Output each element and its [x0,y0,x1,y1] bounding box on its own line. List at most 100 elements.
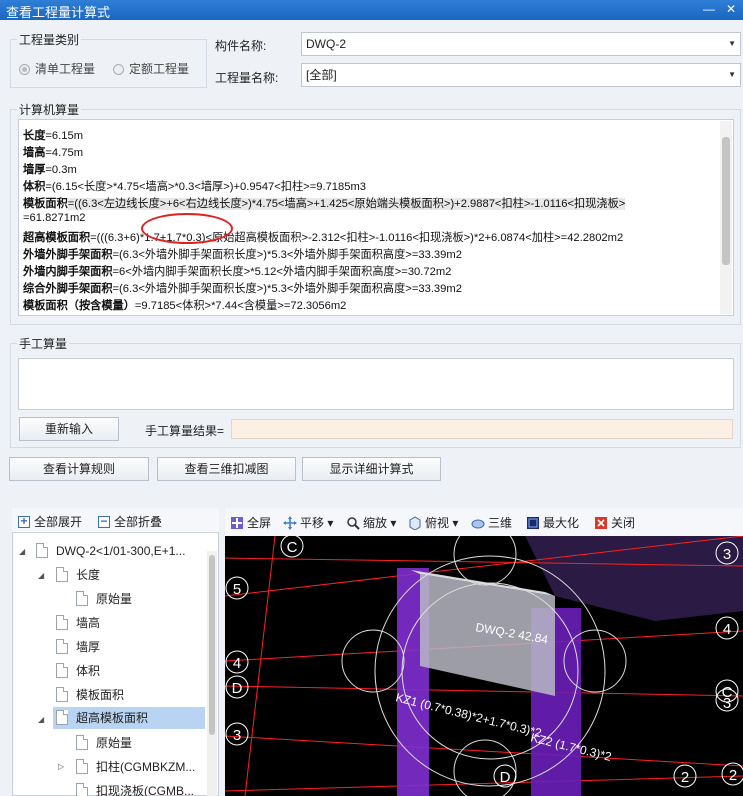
chevron-down-icon: ▼ [728,70,736,79]
tree-node-volume[interactable]: 体积 [56,660,100,682]
document-icon [76,759,88,774]
window-title: 查看工程量计算式 [6,5,111,20]
calc-line: =61.8271m2 [23,212,86,224]
calc-line: 模板面积=((6.3<左边线长度>+6<右边线长度>)*4.75<墙高>+1.4… [23,198,626,210]
minus-icon: − [98,514,110,528]
expand-all-button[interactable]: + 全部展开 [18,513,82,530]
axis-label: C [287,539,298,556]
three-d-button[interactable]: 三维 [471,514,512,531]
document-icon [76,783,88,796]
calc-line: 外墙内脚手架面积=6<外墙内脚手架面积长度>*5.12<外墙内脚手架面积高度>=… [23,266,452,278]
component-select[interactable]: DWQ-2 ▼ [301,32,741,56]
close-button[interactable]: ✕ [722,1,740,18]
calc-line: 综合外脚手架面积=(6.3<外墙外脚手架面积长度>)*5.3<外墙外脚手架面积高… [23,283,462,295]
3d-scene: C 5 4 D 3 D 3 4 C 3 2 2 DWQ-2 42.84 KZ1 … [225,536,743,796]
calc-line: 外墙外脚手架面积=(6.3<外墙外脚手架面积长度>)*5.3<外墙外脚手架面积高… [23,249,462,261]
tree-node-wall-thickness[interactable]: 墙厚 [56,636,100,658]
axis-label: D [232,680,243,697]
radio-quota-qty[interactable]: 定额工程量 [113,60,189,77]
collapse-all-label: 全部折叠 [114,515,163,529]
tree-node-high-formwork-area[interactable]: 超高模板面积 [53,707,205,729]
document-icon [56,639,68,654]
reinput-button[interactable]: 重新输入 [19,417,119,441]
axis-label: 5 [233,581,241,598]
document-icon [56,710,68,725]
component-label: 构件名称: [215,39,267,53]
axis-label: 2 [729,767,737,784]
radio-label: 清单工程量 [35,62,96,76]
qty-name-label: 工程量名称: [215,71,279,85]
component-value: DWQ-2 [306,37,346,51]
manual-group-label: 手工算量 [17,335,70,352]
show-detail-button[interactable]: 显示详细计算式 [302,457,441,481]
zoom-icon [347,517,360,530]
cube-icon [409,516,421,530]
document-icon [56,663,68,678]
document-icon [36,543,48,558]
axis-label: 4 [233,655,241,672]
axis-label: 3 [233,727,241,744]
zoom-button[interactable]: 缩放 ▾ [346,514,396,531]
document-icon [76,735,88,750]
tree-node-formwork-area[interactable]: 模板面积 [56,684,124,706]
document-icon [56,567,68,582]
tree-view[interactable]: ◢ DWQ-2<1/01-300,E+1... ◢ 长度 原始量 墙高 墙厚 体… [13,536,207,796]
pan-button[interactable]: 平移 ▾ [283,514,333,531]
manual-result-label: 手工算量结果= [145,424,225,438]
calc-text-area[interactable]: 长度=6.15m 墙高=4.75m 墙厚=0.3m 体积=(6.15<长度>*4… [18,119,734,316]
calc-line: 体积=(6.15<长度>*4.75<墙高>*0.3<墙厚>)+0.9547<扣柱… [23,181,366,193]
qty-name-select[interactable]: [全部] ▼ [301,63,741,87]
calc-line: 墙高=4.75m [23,147,84,159]
collapse-arrow-icon[interactable]: ◢ [38,571,44,580]
close-icon [595,517,607,529]
radio-icon [113,64,124,75]
calc-line: 模板面积（按含模量）=9.7185<体积>*7.44<含模量>=72.3056m… [23,300,347,312]
maximize-button[interactable]: 最大化 [526,514,579,531]
axis-label: 3 [723,546,731,563]
tree-node-deduct-column[interactable]: 扣柱(CGMBKZM... [76,756,195,778]
calc-line: 超高模板面积=(((6.3+6)*1.7+1.7*0.3)<原始超高模板面积>-… [23,232,624,244]
manual-result-field[interactable] [231,419,733,439]
maximize-icon [527,517,539,529]
calc-group-label: 计算机算量 [17,101,82,118]
calc-line: 墙厚=0.3m [23,164,77,176]
minimize-button[interactable]: — [700,1,718,18]
tree-node-root[interactable]: DWQ-2<1/01-300,E+1... [36,540,185,562]
calc-line: 长度=6.15m [23,130,84,142]
radio-list-qty[interactable]: 清单工程量 [19,60,95,77]
chevron-down-icon: ▼ [728,39,736,48]
pan-icon [283,516,297,530]
tree-node-wall-height[interactable]: 墙高 [56,612,100,634]
fullscreen-button[interactable]: 全屏 [230,514,271,531]
document-icon [56,687,68,702]
top-view-button[interactable]: 俯视 ▾ [408,514,458,531]
tree-node-length[interactable]: 长度 [56,564,100,586]
highlight-circle [141,213,233,244]
scroll-thumb[interactable] [722,137,730,265]
collapse-arrow-icon[interactable]: ◢ [19,547,25,556]
scroll-thumb[interactable] [209,555,215,735]
close-view-button[interactable]: 关闭 [594,514,635,531]
axis-label: D [500,769,511,786]
qty-type-group-label: 工程量类别 [17,31,82,48]
tree-node-deduct-slab[interactable]: 扣现浇板(CGMB... [76,780,194,796]
tree-node-original-2[interactable]: 原始量 [76,732,132,754]
tree-node-original[interactable]: 原始量 [76,588,132,610]
view-3d-deduct-button[interactable]: 查看三维扣减图 [157,457,296,481]
collapse-all-button[interactable]: − 全部折叠 [98,513,162,530]
radio-icon [19,64,30,75]
fullscreen-icon [231,517,243,529]
plus-icon: + [18,514,30,528]
manual-input[interactable] [18,358,734,410]
collapse-arrow-icon[interactable]: ◢ [38,715,44,724]
3d-view[interactable]: C 5 4 D 3 D 3 4 C 3 2 2 DWQ-2 42.84 KZ1 … [225,536,743,796]
title-bar: 查看工程量计算式 — ✕ [0,0,743,20]
expand-arrow-icon[interactable]: ▷ [58,762,64,771]
3d-icon [471,519,485,529]
tree-scrollbar[interactable] [207,551,217,796]
view-rules-button[interactable]: 查看计算规则 [9,457,149,481]
axis-label: 3 [723,695,731,712]
document-icon [56,615,68,630]
calc-scrollbar[interactable] [720,121,732,314]
axis-label: 2 [681,769,689,786]
